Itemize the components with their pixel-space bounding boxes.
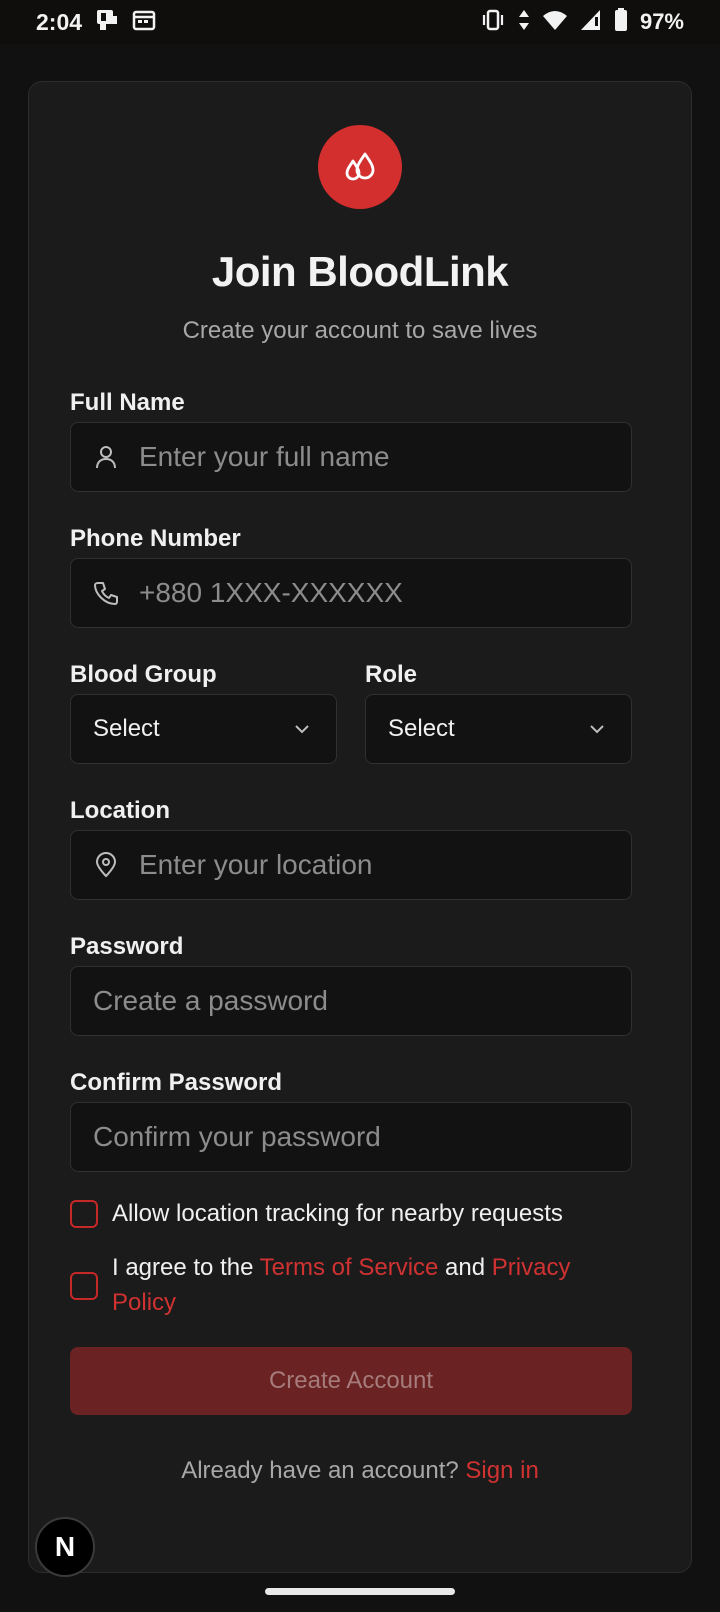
map-pin-icon <box>91 850 121 880</box>
page-title: Join BloodLink <box>211 248 509 295</box>
wifi-icon <box>542 9 568 36</box>
location-input[interactable] <box>139 831 631 899</box>
phone-input[interactable] <box>139 559 631 627</box>
location-label: Location <box>70 797 170 824</box>
dev-tools-badge[interactable]: N <box>35 1517 95 1577</box>
agree-prefix: I agree to the <box>112 1254 260 1281</box>
user-icon <box>91 442 121 472</box>
signin-link[interactable]: Sign in <box>465 1457 538 1484</box>
phone-label: Phone Number <box>70 525 241 552</box>
role-select[interactable]: Select <box>365 694 632 764</box>
password-field <box>70 966 632 1036</box>
data-arrows-icon <box>518 9 530 36</box>
status-time: 2:04 <box>36 8 83 35</box>
page-subtitle: Create your account to save lives <box>182 317 538 344</box>
battery-icon <box>614 7 628 37</box>
confirm-password-label: Confirm Password <box>70 1069 283 1096</box>
status-bar: 2:04 97% <box>0 0 720 44</box>
tracking-checkbox-row: Allow location tracking for nearby reque… <box>70 1196 563 1231</box>
agree-middle: and <box>438 1254 492 1281</box>
blood-drops-icon <box>318 125 402 209</box>
password-input[interactable] <box>71 967 631 1035</box>
blood-group-select[interactable]: Select <box>70 694 337 764</box>
terms-link[interactable]: Terms of Service <box>260 1254 439 1281</box>
blood-group-value: Select <box>93 715 160 742</box>
blood-group-label: Blood Group <box>70 661 217 688</box>
full-name-input[interactable] <box>139 423 631 491</box>
calendar-icon <box>132 9 156 36</box>
full-name-label: Full Name <box>70 389 185 416</box>
phone-field <box>70 558 632 628</box>
role-label: Role <box>365 661 418 688</box>
location-field <box>70 830 632 900</box>
vibrate-icon <box>480 9 506 36</box>
full-name-field <box>70 422 632 492</box>
notification-icon <box>94 8 120 37</box>
signin-prompt: Already have an account? <box>181 1457 466 1484</box>
agree-checkbox-row: I agree to the Terms of Service and Priv… <box>70 1250 610 1320</box>
create-account-button[interactable]: Create Account <box>70 1347 632 1415</box>
confirm-password-input[interactable] <box>71 1103 631 1171</box>
signin-row: Already have an account? Sign in <box>29 1457 691 1485</box>
tracking-checkbox-label: Allow location tracking for nearby reque… <box>112 1200 563 1227</box>
agree-checkbox-label: I agree to the Terms of Service and Priv… <box>112 1250 610 1320</box>
chevron-down-icon <box>585 717 609 741</box>
chevron-down-icon <box>290 717 314 741</box>
signal-icon <box>580 9 602 36</box>
password-label: Password <box>70 933 184 960</box>
signup-card: Join BloodLink Create your account to sa… <box>28 81 692 1573</box>
home-indicator[interactable] <box>265 1588 455 1595</box>
phone-icon <box>91 578 121 608</box>
role-value: Select <box>388 715 455 742</box>
confirm-password-field <box>70 1102 632 1172</box>
agree-checkbox[interactable] <box>70 1272 98 1300</box>
tracking-checkbox[interactable] <box>70 1200 98 1228</box>
battery-percent: 97% <box>639 9 684 34</box>
